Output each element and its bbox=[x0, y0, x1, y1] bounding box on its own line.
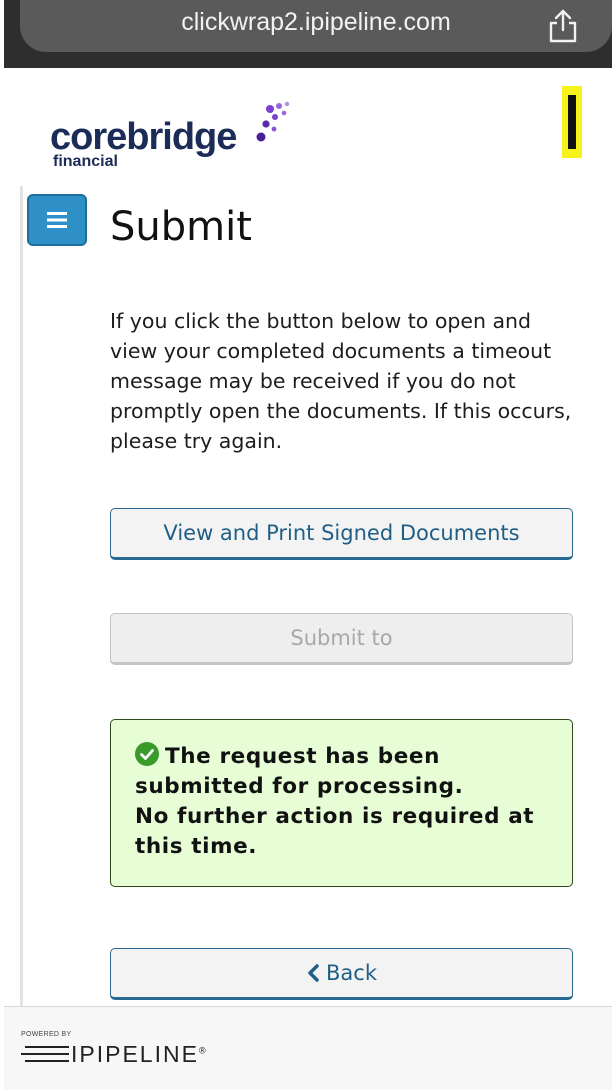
ipipeline-logo: IPIPELINE® bbox=[21, 1041, 231, 1067]
logo-dots-icon bbox=[256, 101, 290, 142]
timeout-info-text: If you click the button below to open an… bbox=[110, 309, 572, 453]
ipipeline-wordmark: IPIPELINE® bbox=[71, 1041, 208, 1067]
success-message-box: The request has been submitted for proce… bbox=[110, 719, 573, 887]
check-circle-icon bbox=[135, 742, 159, 766]
corebridge-logo: corebridge financial bbox=[50, 100, 290, 178]
page-title: Submit bbox=[110, 204, 252, 250]
chevron-left-icon bbox=[308, 964, 319, 982]
ipipeline-lines-icon bbox=[21, 1046, 69, 1062]
back-button[interactable]: Back bbox=[110, 948, 573, 1000]
browser-toolbar: clickwrap2.ipipeline.com bbox=[4, 0, 612, 68]
footer: POWERED BY IPIPELINE® bbox=[4, 1006, 612, 1090]
view-print-documents-button[interactable]: View and Print Signed Documents bbox=[110, 508, 573, 560]
content-divider bbox=[20, 186, 23, 1006]
success-line-1: The request has been submitted for proce… bbox=[135, 742, 552, 802]
address-bar[interactable]: clickwrap2.ipipeline.com bbox=[20, 0, 612, 52]
text-cursor-highlight bbox=[562, 86, 582, 158]
menu-button[interactable] bbox=[27, 194, 87, 246]
hamburger-menu-icon bbox=[47, 212, 67, 228]
submit-to-button[interactable]: Submit to bbox=[110, 613, 573, 665]
view-print-label: View and Print Signed Documents bbox=[163, 521, 520, 545]
page-content: corebridge financial Submit If you click… bbox=[4, 68, 612, 1006]
success-text-1: The request has been submitted for proce… bbox=[135, 744, 464, 799]
logo-subtitle: financial bbox=[53, 153, 118, 170]
success-text-2: No further action is required at this ti… bbox=[135, 804, 535, 859]
url-text[interactable]: clickwrap2.ipipeline.com bbox=[20, 8, 612, 37]
submit-to-label: Submit to bbox=[290, 626, 393, 650]
back-label: Back bbox=[326, 961, 377, 985]
powered-by-label: POWERED BY bbox=[21, 1031, 72, 1038]
share-icon[interactable] bbox=[546, 8, 580, 44]
